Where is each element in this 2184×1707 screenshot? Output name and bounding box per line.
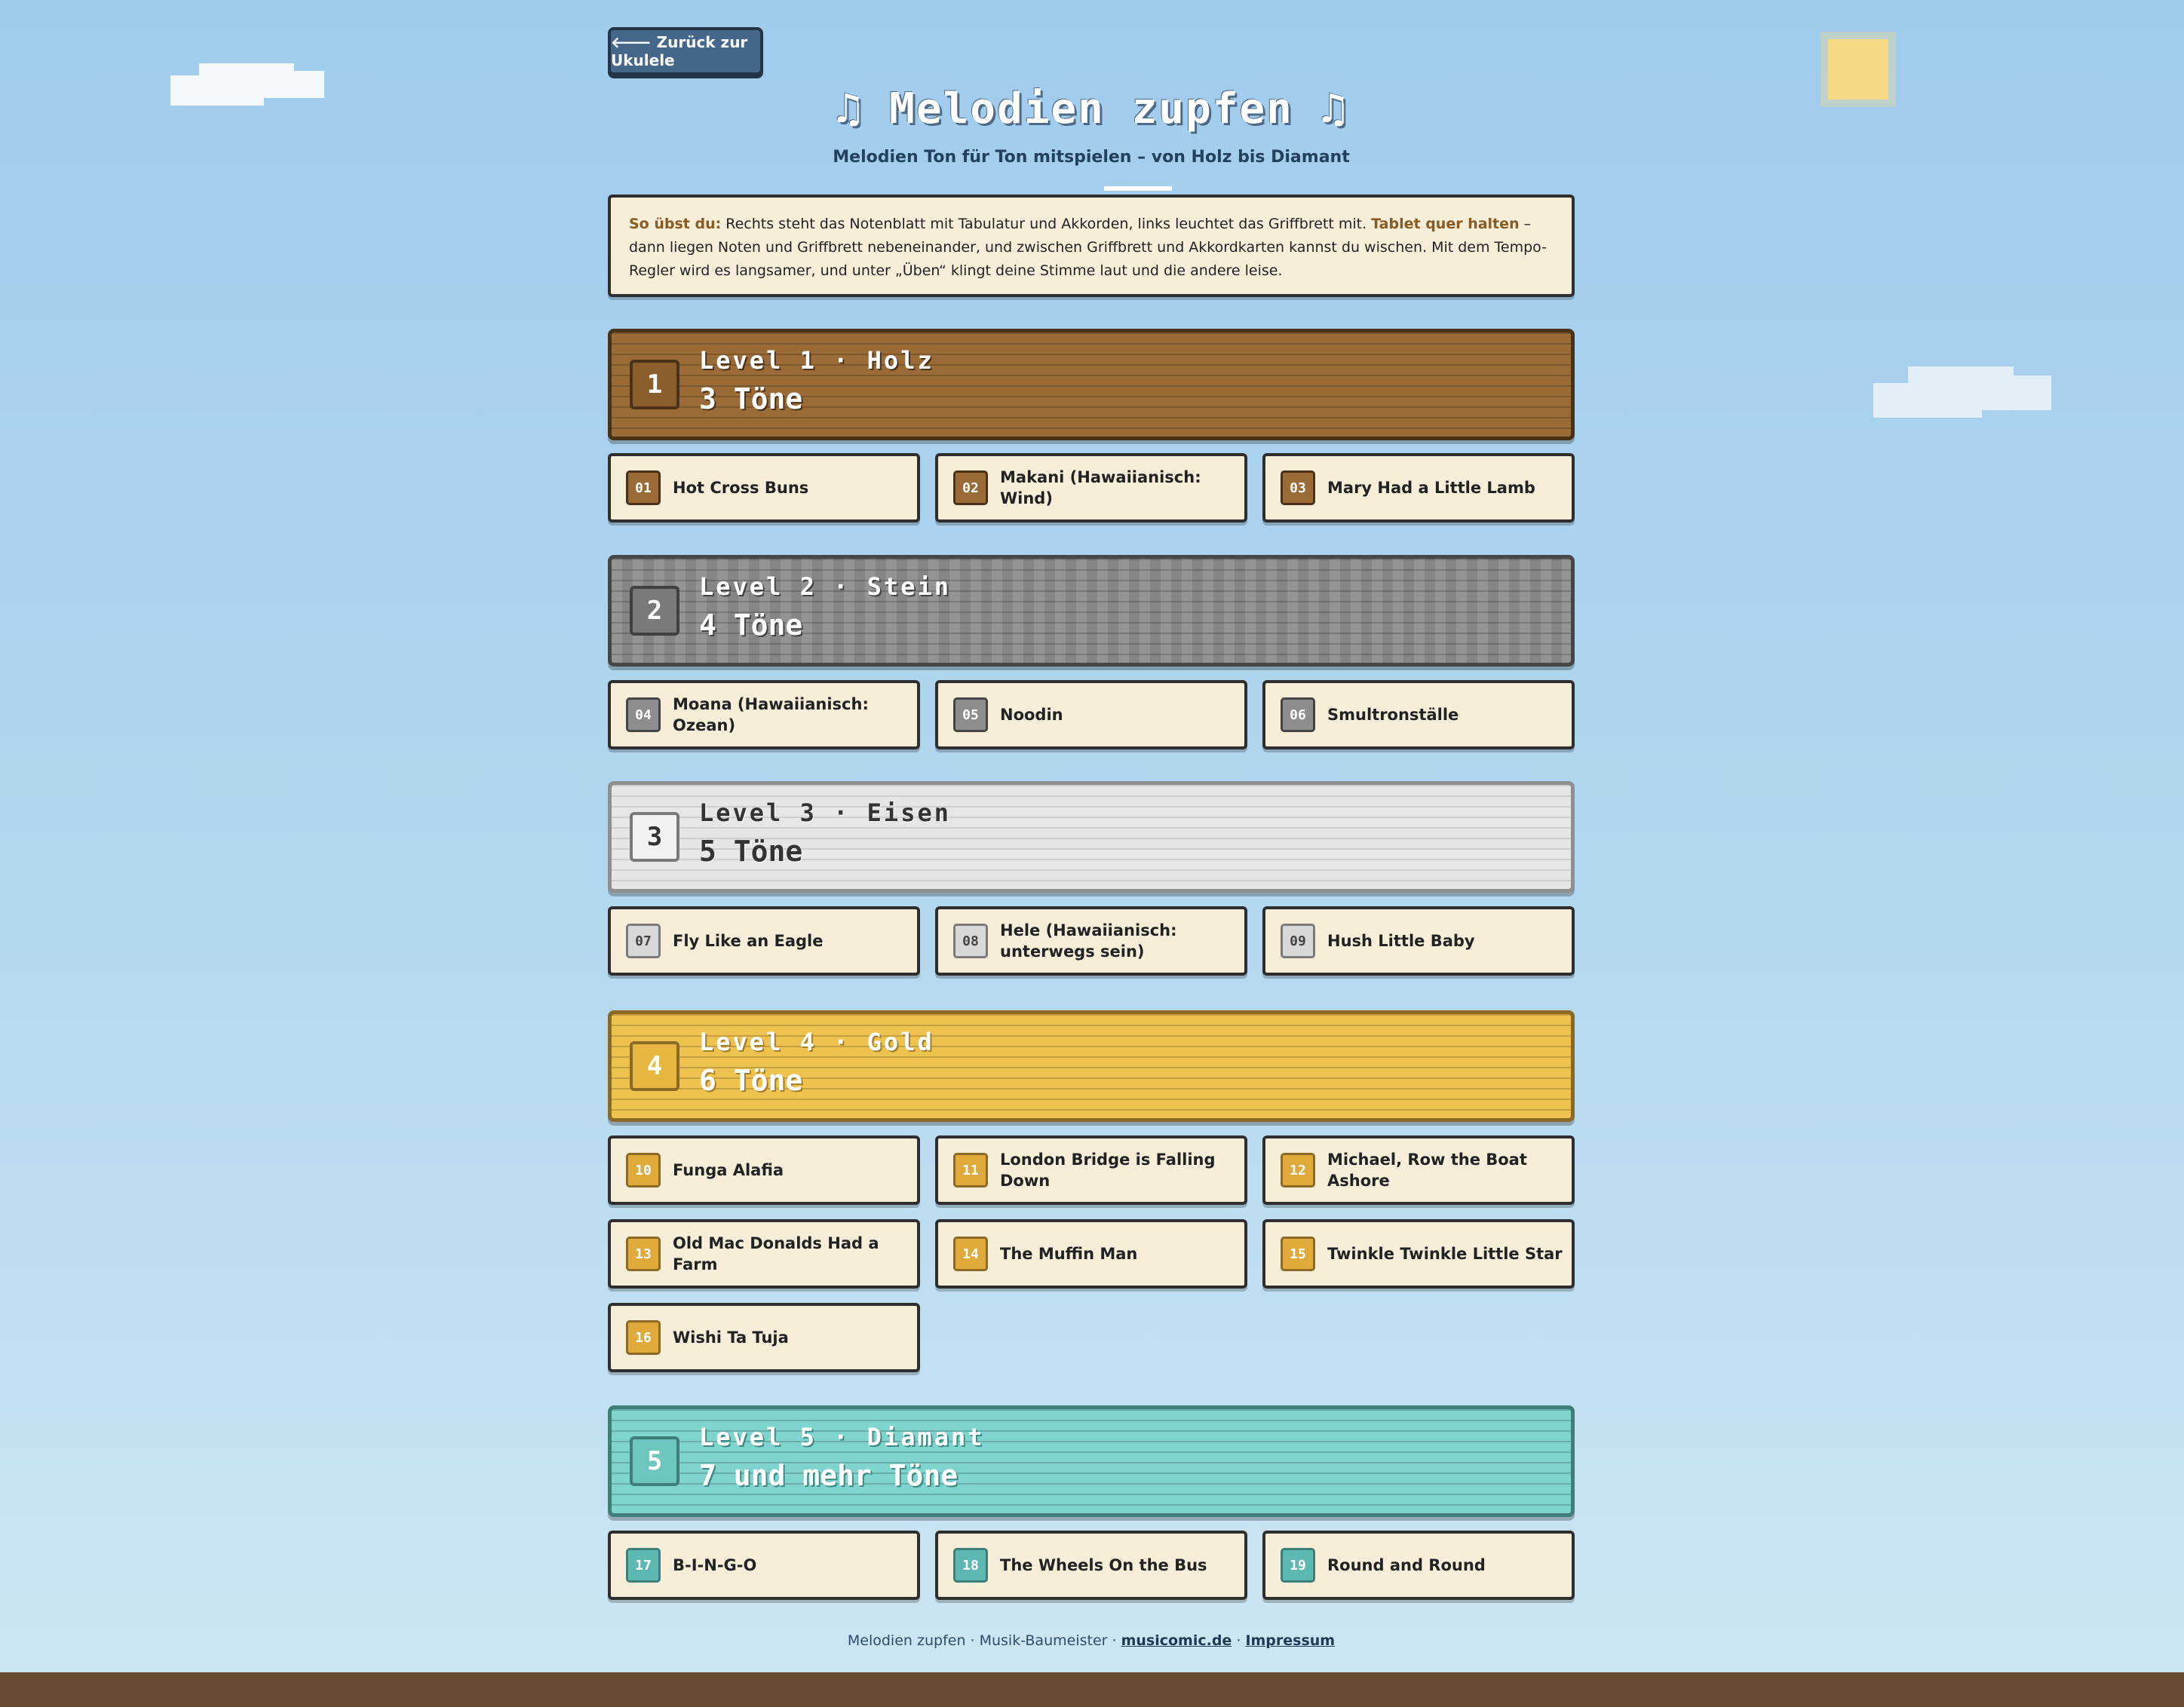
song-title: Twinkle Twinkle Little Star: [1327, 1245, 1563, 1263]
level-title: Level 2 · Stein: [699, 572, 951, 601]
level-badge: 5: [630, 1436, 679, 1486]
song-title: Wishi Ta Tuja: [673, 1329, 789, 1347]
song-number: 01: [626, 470, 661, 505]
level-tones: 7 und mehr Töne: [699, 1459, 959, 1492]
level-title: Level 1 · Holz: [699, 346, 934, 375]
song-title: B-I-N-G-O: [673, 1556, 757, 1574]
song-card[interactable]: 05 Noodin: [935, 680, 1247, 749]
song-title: The Muffin Man: [1000, 1245, 1138, 1263]
song-title: Smultronställe: [1327, 706, 1459, 724]
song-card[interactable]: 15 Twinkle Twinkle Little Star: [1262, 1219, 1575, 1289]
song-title: Mary Had a Little Lamb: [1327, 479, 1535, 497]
info-text: Rechts steht das Notenblatt mit Tabulatu…: [721, 216, 1372, 232]
song-card[interactable]: 14 The Muffin Man: [935, 1219, 1247, 1289]
level-badge: 3: [630, 812, 679, 862]
level-header-diamant: 5 Level 5 · Diamant 7 und mehr Töne: [608, 1405, 1575, 1517]
song-number: 14: [953, 1237, 988, 1271]
level-badge: 4: [630, 1041, 679, 1091]
cloud: [256, 71, 324, 98]
level-title: Level 3 · Eisen: [699, 798, 951, 827]
song-card[interactable]: 18 The Wheels On the Bus: [935, 1531, 1247, 1600]
song-card[interactable]: 04 Moana (Hawaiianisch: Ozean): [608, 680, 920, 749]
page-subtitle: Melodien Ton für Ton mitspielen – von Ho…: [833, 148, 1350, 167]
song-number: 11: [953, 1153, 988, 1188]
song-number: 10: [626, 1153, 661, 1188]
song-number: 02: [953, 470, 988, 505]
song-card[interactable]: 06 Smultronställe: [1262, 680, 1575, 749]
level-title: Level 5 · Diamant: [699, 1423, 985, 1451]
song-title: Fly Like an Eagle: [673, 932, 824, 950]
song-card[interactable]: 07 Fly Like an Eagle: [608, 906, 920, 976]
level-badge: 1: [630, 360, 679, 409]
divider: [1104, 186, 1172, 191]
song-number: 18: [953, 1548, 988, 1583]
song-number: 13: [626, 1237, 661, 1271]
footer-separator: ·: [1232, 1632, 1246, 1649]
song-number: 08: [953, 924, 988, 958]
song-number: 05: [953, 697, 988, 732]
level-badge: 2: [630, 586, 679, 636]
info-highlight: Tablet quer halten: [1371, 216, 1520, 232]
song-number: 17: [626, 1548, 661, 1583]
song-number: 19: [1281, 1548, 1315, 1583]
cloud: [1976, 375, 2051, 410]
song-title: Round and Round: [1327, 1556, 1486, 1574]
song-title: Funga Alafia: [673, 1161, 784, 1179]
song-card[interactable]: 02 Makani (Hawaiianisch: Wind): [935, 453, 1247, 523]
level-tones: 3 Töne: [699, 382, 803, 415]
song-title: London Bridge is Falling Down: [1000, 1151, 1216, 1190]
practice-info-box: So übst du: Rechts steht das Notenblatt …: [608, 195, 1575, 297]
song-number: 09: [1281, 924, 1315, 958]
song-title: Makani (Hawaiianisch: Wind): [1000, 468, 1201, 507]
impressum-link[interactable]: Impressum: [1245, 1632, 1335, 1649]
song-number: 03: [1281, 470, 1315, 505]
song-card[interactable]: 12 Michael, Row the Boat Ashore: [1262, 1135, 1575, 1205]
musicomic-link[interactable]: musicomic.de: [1121, 1632, 1232, 1649]
song-title: Hush Little Baby: [1327, 932, 1475, 950]
song-number: 06: [1281, 697, 1315, 732]
level-title: Level 4 · Gold: [699, 1028, 934, 1056]
level-tones: 5 Töne: [699, 835, 803, 868]
song-number: 12: [1281, 1153, 1315, 1188]
back-to-ukulele-button[interactable]: 🡐 Zurück zur Ukulele: [608, 27, 763, 75]
song-title: Noodin: [1000, 706, 1063, 724]
ground-strip: [0, 1672, 2184, 1707]
song-title: Old Mac Donalds Had a Farm: [673, 1234, 879, 1273]
song-card[interactable]: 03 Mary Had a Little Lamb: [1262, 453, 1575, 523]
song-title: Moana (Hawaiianisch: Ozean): [673, 695, 869, 734]
page-title: ♫ Melodien zupfen ♫: [835, 84, 1348, 133]
info-lead: So übst du:: [629, 216, 722, 232]
song-title: Hot Cross Buns: [673, 479, 809, 497]
sun-icon: [1828, 39, 1888, 100]
song-title: Hele (Hawaiianisch: unterwegs sein): [1000, 921, 1177, 961]
song-card[interactable]: 19 Round and Round: [1262, 1531, 1575, 1600]
level-header-holz: 1 Level 1 · Holz 3 Töne: [608, 329, 1575, 440]
song-card[interactable]: 10 Funga Alafia: [608, 1135, 920, 1205]
song-card[interactable]: 16 Wishi Ta Tuja: [608, 1303, 920, 1372]
song-number: 07: [626, 924, 661, 958]
level-header-gold: 4 Level 4 · Gold 6 Töne: [608, 1010, 1575, 1122]
song-number: 15: [1281, 1237, 1315, 1271]
song-number: 04: [626, 697, 661, 732]
song-card[interactable]: 17 B-I-N-G-O: [608, 1531, 920, 1600]
song-card[interactable]: 13 Old Mac Donalds Had a Farm: [608, 1219, 920, 1289]
level-tones: 4 Töne: [699, 608, 803, 642]
level-tones: 6 Töne: [699, 1064, 803, 1097]
song-card[interactable]: 11 London Bridge is Falling Down: [935, 1135, 1247, 1205]
level-header-eisen: 3 Level 3 · Eisen 5 Töne: [608, 781, 1575, 893]
level-header-stein: 2 Level 2 · Stein 4 Töne: [608, 555, 1575, 667]
song-card[interactable]: 09 Hush Little Baby: [1262, 906, 1575, 976]
song-title: The Wheels On the Bus: [1000, 1556, 1207, 1574]
song-card[interactable]: 08 Hele (Hawaiianisch: unterwegs sein): [935, 906, 1247, 976]
song-number: 16: [626, 1320, 661, 1355]
footer-text: Melodien zupfen · Musik-Baumeister ·: [847, 1632, 1121, 1649]
song-card[interactable]: 01 Hot Cross Buns: [608, 453, 920, 523]
footer: Melodien zupfen · Musik-Baumeister · mus…: [608, 1632, 1575, 1649]
song-title: Michael, Row the Boat Ashore: [1327, 1151, 1527, 1190]
